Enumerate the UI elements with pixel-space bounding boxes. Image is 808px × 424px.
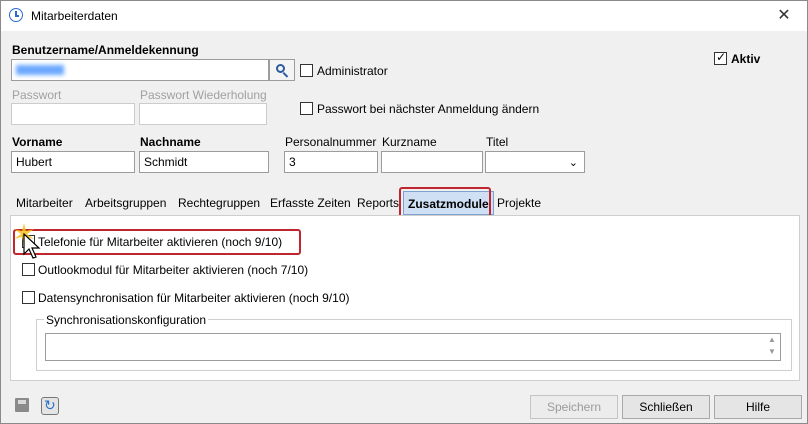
tab-erfasste-zeiten[interactable]: Erfasste Zeiten — [270, 191, 351, 215]
title-select[interactable]: ⌄ — [485, 151, 585, 173]
outlook-label: Outlookmodul für Mitarbeiter aktivieren … — [38, 263, 309, 277]
personnel-number-input[interactable]: 3 — [284, 151, 378, 173]
administrator-label: Administrator — [317, 64, 388, 78]
password-repeat-input[interactable] — [139, 103, 267, 125]
save-disk-icon[interactable] — [15, 398, 29, 412]
clock-icon — [9, 8, 23, 22]
last-name-label: Nachname — [140, 135, 201, 149]
aktiv-label: Aktiv — [731, 52, 761, 66]
tab-rechtegruppen[interactable]: Rechtegruppen — [178, 191, 260, 215]
search-user-button[interactable] — [269, 59, 295, 81]
outlook-checkbox[interactable] — [22, 263, 35, 276]
tab-reports[interactable]: Reports — [357, 191, 399, 215]
personnel-number-label: Personalnummer — [285, 135, 377, 149]
short-name-label: Kurzname — [382, 135, 437, 149]
password-input[interactable] — [11, 103, 135, 125]
datasync-checkbox[interactable] — [22, 291, 35, 304]
username-label: Benutzername/Anmeldekennung — [12, 43, 199, 57]
textarea-scrollbar[interactable]: ▲ ▼ — [764, 334, 780, 360]
redacted-username — [16, 65, 64, 75]
tab-projekte[interactable]: Projekte — [497, 191, 541, 215]
tab-highlight-frame — [399, 187, 491, 218]
password-label: Passwort — [12, 88, 62, 102]
username-input[interactable] — [11, 59, 269, 81]
aktiv-checkbox[interactable] — [714, 50, 727, 65]
mouse-pointer-icon — [23, 233, 41, 259]
first-name-input[interactable]: Hubert — [11, 151, 135, 173]
password-repeat-label: Passwort Wiederholung — [140, 88, 267, 102]
administrator-checkbox[interactable] — [300, 64, 313, 77]
tab-mitarbeiter[interactable]: Mitarbeiter — [16, 191, 73, 215]
chevron-down-icon: ⌄ — [568, 157, 578, 169]
title-label: Titel — [486, 135, 509, 149]
window-title: Mitarbeiterdaten — [31, 9, 118, 23]
mitarbeiterdaten-window: Mitarbeiterdaten ✕ Benutzername/Anmeldek… — [0, 0, 808, 424]
short-name-input[interactable] — [381, 151, 483, 173]
help-button[interactable]: Hilfe — [714, 395, 802, 419]
save-button[interactable]: Speichern — [530, 395, 618, 419]
sync-config-textarea[interactable]: ▲ ▼ — [45, 333, 781, 361]
change-password-label: Passwort bei nächster Anmeldung ändern — [317, 102, 540, 116]
tab-arbeitsgruppen[interactable]: Arbeitsgruppen — [85, 191, 166, 215]
datasync-label: Datensynchronisation für Mitarbeiter akt… — [38, 291, 350, 305]
change-password-checkbox[interactable] — [300, 102, 313, 115]
refresh-icon[interactable] — [41, 397, 59, 415]
close-button[interactable]: Schließen — [622, 395, 710, 419]
first-name-label: Vorname — [12, 135, 63, 149]
last-name-input[interactable]: Schmidt — [139, 151, 269, 173]
sync-config-label: Synchronisationskonfiguration — [44, 313, 209, 327]
telephony-highlight-frame — [13, 229, 301, 255]
close-window-button[interactable]: ✕ — [761, 1, 807, 31]
title-bar: Mitarbeiterdaten ✕ — [1, 1, 807, 31]
